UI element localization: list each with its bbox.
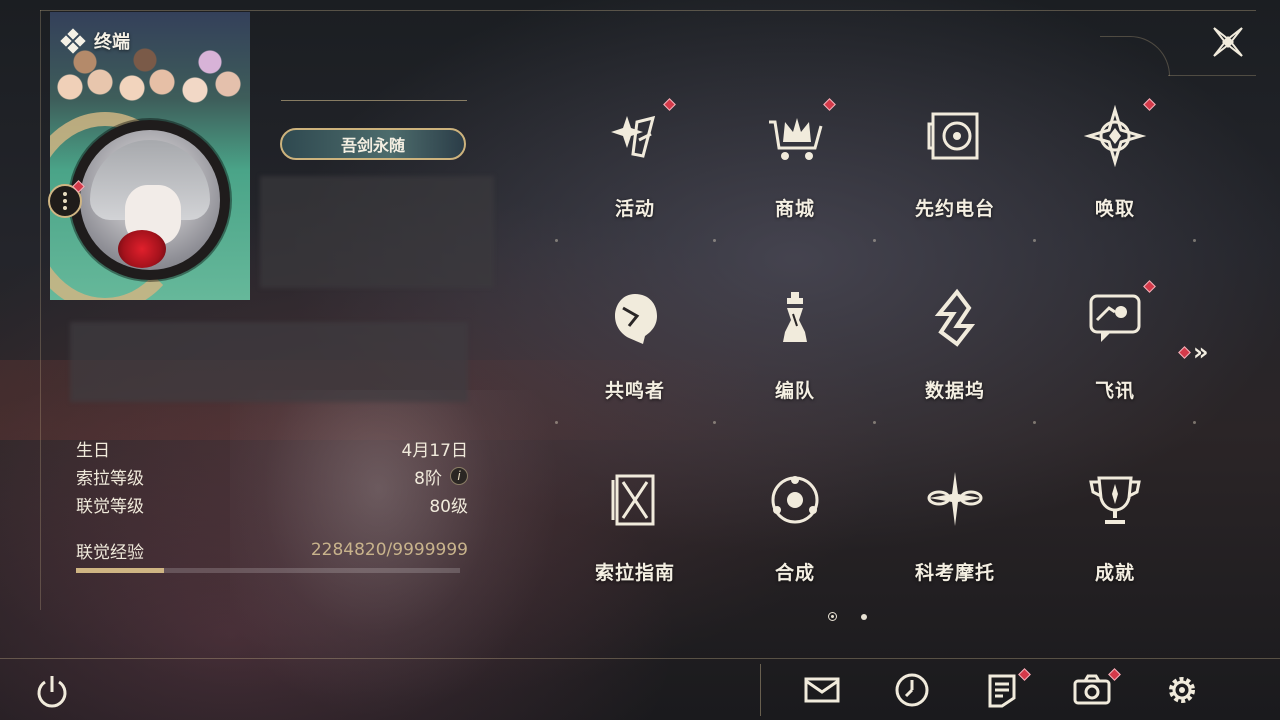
power-button[interactable] bbox=[32, 672, 70, 710]
trophy-icon bbox=[1083, 468, 1147, 532]
menu-item-radio[interactable]: 先约电台 bbox=[875, 92, 1035, 242]
resonator-icon bbox=[603, 286, 667, 350]
stat-row-union-exp: 联觉经验 2284820/9999999 bbox=[76, 536, 468, 564]
clock-button[interactable] bbox=[892, 670, 932, 710]
menu-item-message[interactable]: 飞讯 bbox=[1035, 274, 1195, 424]
badge-divider bbox=[281, 100, 467, 101]
card-illustration bbox=[50, 42, 250, 122]
mail-button[interactable] bbox=[802, 670, 842, 710]
diamond-logo-icon bbox=[60, 28, 86, 54]
menu-label: 数据坞 bbox=[924, 380, 985, 402]
next-page-notification-dot bbox=[1178, 345, 1191, 359]
pagination bbox=[828, 612, 867, 621]
menu-item-resonator[interactable]: 共鸣者 bbox=[555, 274, 715, 424]
stat-label: 生日 bbox=[76, 440, 110, 461]
menu-label: 商城 bbox=[774, 198, 815, 220]
shop-cart-icon bbox=[763, 98, 836, 168]
menu-label: 飞讯 bbox=[1094, 380, 1135, 402]
activity-icon bbox=[603, 98, 676, 168]
close-icon bbox=[1213, 27, 1243, 57]
next-page-button[interactable]: » bbox=[1178, 338, 1209, 366]
menu-label: 索拉指南 bbox=[594, 562, 675, 584]
stat-label: 索拉等级 bbox=[76, 468, 144, 489]
stat-label: 联觉等级 bbox=[76, 496, 144, 517]
menu-item-achievement[interactable]: 成就 bbox=[1035, 456, 1195, 606]
menu-label: 先约电台 bbox=[914, 198, 995, 220]
gear-icon bbox=[1169, 677, 1195, 703]
notice-button[interactable] bbox=[982, 668, 1031, 710]
frame-top-line bbox=[40, 10, 1256, 11]
menu-label: 活动 bbox=[614, 198, 655, 220]
stat-value-wrapper: 8阶 i bbox=[414, 464, 468, 489]
close-button[interactable] bbox=[1208, 22, 1248, 62]
menu-label: 合成 bbox=[774, 562, 815, 584]
page-dot-1[interactable] bbox=[828, 612, 837, 621]
menu-item-team[interactable]: 编队 bbox=[715, 274, 875, 424]
chevron-double-right-icon: » bbox=[1193, 338, 1209, 366]
player-stats: 生日 4月17日 索拉等级 8阶 i 联觉等级 80级 联觉经验 2284820… bbox=[76, 434, 468, 573]
terminal-title: 终端 bbox=[94, 32, 130, 53]
stat-value: 4月17日 bbox=[401, 440, 468, 461]
bottom-bar-divider bbox=[760, 664, 761, 716]
stat-row-union-level: 联觉等级 80级 bbox=[76, 490, 468, 518]
stat-row-birthday: 生日 4月17日 bbox=[76, 434, 468, 462]
menu-grid: 活动 商城 先约电台 唤取 共鸣者 编队 数据坞 飞讯 索拉指南 合成 科考摩托… bbox=[555, 92, 1196, 632]
stat-value: 8阶 bbox=[414, 468, 442, 489]
exp-progress-bar bbox=[76, 568, 460, 573]
menu-label: 科考摩托 bbox=[914, 562, 995, 584]
avatar-frame[interactable] bbox=[70, 120, 230, 280]
frame-right-line bbox=[1168, 75, 1256, 76]
info-icon[interactable]: i bbox=[450, 467, 468, 485]
title-badge-label: 吾剑永随 bbox=[340, 136, 405, 155]
stat-value: 80级 bbox=[429, 496, 468, 517]
obscured-signature-area bbox=[70, 322, 468, 402]
menu-item-shop[interactable]: 商城 bbox=[715, 92, 875, 242]
guidebook-icon bbox=[603, 468, 667, 532]
bottom-bar-line bbox=[0, 658, 1280, 659]
menu-label: 唤取 bbox=[1094, 198, 1135, 220]
mail-icon bbox=[804, 677, 840, 703]
convene-icon bbox=[1083, 98, 1156, 168]
notice-icon bbox=[988, 674, 1016, 708]
settings-button[interactable] bbox=[1162, 670, 1202, 710]
menu-item-activity[interactable]: 活动 bbox=[555, 92, 715, 242]
synthesis-icon bbox=[763, 468, 827, 532]
exp-value: 2284820/9999999 bbox=[310, 540, 468, 560]
title-badge[interactable]: 吾剑永随 bbox=[280, 128, 466, 160]
camera-button[interactable] bbox=[1072, 668, 1121, 710]
stat-row-sol-level: 索拉等级 8阶 i bbox=[76, 462, 468, 490]
frame-corner bbox=[1100, 36, 1170, 76]
clock-icon bbox=[895, 673, 929, 707]
terminal-header: 终端 bbox=[60, 28, 130, 54]
menu-item-guidebook[interactable]: 索拉指南 bbox=[555, 456, 715, 606]
frame-left-line bbox=[40, 10, 41, 610]
exp-progress-fill bbox=[76, 568, 164, 573]
menu-label: 成就 bbox=[1094, 562, 1135, 584]
exp-label: 联觉经验 bbox=[76, 542, 144, 563]
menu-label: 编队 bbox=[774, 380, 815, 402]
menu-label: 共鸣者 bbox=[604, 380, 665, 402]
avatar[interactable] bbox=[80, 130, 220, 270]
page-dot-2[interactable] bbox=[861, 613, 867, 620]
message-icon bbox=[1083, 280, 1156, 350]
menu-item-data-bank[interactable]: 数据坞 bbox=[875, 274, 1035, 424]
data-bank-icon bbox=[923, 286, 987, 350]
menu-item-motorcycle[interactable]: 科考摩托 bbox=[875, 456, 1035, 606]
team-chess-icon bbox=[763, 286, 827, 350]
motorcycle-icon bbox=[923, 468, 987, 532]
menu-item-convene[interactable]: 唤取 bbox=[1035, 92, 1195, 242]
camera-icon bbox=[1073, 674, 1111, 705]
menu-item-synthesis[interactable]: 合成 bbox=[715, 456, 875, 606]
obscured-name-area bbox=[260, 176, 494, 288]
power-icon bbox=[37, 676, 67, 708]
radio-icon bbox=[923, 104, 987, 168]
